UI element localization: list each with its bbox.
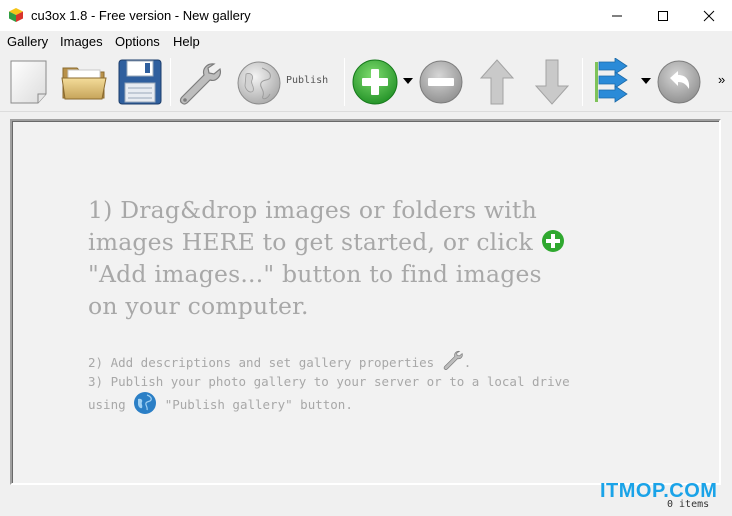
close-icon — [703, 10, 715, 21]
open-folder-icon — [61, 67, 107, 100]
step-3-tail: "Publish gallery" button. — [164, 397, 353, 412]
menu-images[interactable]: Images — [60, 34, 103, 49]
sort-dropdown-arrow-icon[interactable] — [641, 78, 651, 84]
wrench-icon — [443, 350, 463, 370]
wrench-icon — [179, 63, 221, 105]
move-down-button[interactable] — [534, 58, 570, 109]
toolbar-separator — [344, 58, 345, 106]
move-up-icon — [479, 59, 515, 105]
step-3-line-2: using "Publish gallery" button. — [88, 391, 353, 415]
add-icon — [541, 229, 564, 252]
undo-button[interactable] — [656, 59, 702, 108]
step-2-label: 2) Add descriptions and set gallery prop… — [88, 355, 435, 370]
step-3-line-1: 3) Publish your photo gallery to your se… — [88, 374, 570, 389]
gallery-properties-button[interactable] — [176, 60, 224, 109]
publish-label[interactable]: Publish — [286, 75, 328, 86]
drop-hint-text: 1) Drag&drop images or folders with imag… — [88, 194, 648, 322]
maximize-button[interactable] — [640, 0, 686, 31]
new-gallery-button[interactable] — [8, 58, 52, 109]
toolbar-overflow-button[interactable]: » — [718, 72, 725, 87]
step-2-end: . — [463, 355, 472, 370]
publish-gallery-button[interactable] — [236, 60, 282, 109]
save-floppy-icon — [118, 59, 162, 105]
hint-line: "Add images..." button to find images — [88, 260, 542, 288]
menu-bar: Gallery Images Options Help — [0, 31, 732, 52]
add-dropdown-arrow-icon[interactable] — [403, 78, 413, 84]
remove-images-button[interactable] — [418, 59, 464, 108]
app-cube-icon — [9, 8, 23, 22]
step-3-using: using — [88, 397, 126, 412]
minimize-icon — [612, 15, 622, 16]
window-title: cu3ox 1.8 - Free version - New gallery — [31, 8, 251, 23]
close-button[interactable] — [686, 0, 732, 31]
hint-line-text: images HERE to get started, or click — [88, 228, 533, 256]
item-count: 0 items — [667, 499, 710, 510]
title-bar: cu3ox 1.8 - Free version - New gallery — [0, 0, 732, 31]
sort-arrows-icon — [595, 57, 628, 103]
globe-icon — [237, 61, 281, 105]
save-gallery-button[interactable] — [117, 58, 163, 109]
maximize-icon — [658, 10, 668, 21]
undo-icon — [657, 60, 701, 104]
add-images-button[interactable] — [351, 58, 399, 109]
move-down-icon — [534, 59, 570, 105]
minimize-button[interactable] — [594, 0, 640, 31]
move-up-button[interactable] — [479, 58, 515, 109]
hint-line: images HERE to get started, or click — [88, 226, 648, 258]
toolbar: Publish » — [0, 52, 732, 112]
new-document-icon — [10, 60, 47, 104]
toolbar-separator — [582, 58, 583, 106]
toolbar-separator — [170, 58, 171, 106]
menu-options[interactable]: Options — [115, 34, 160, 49]
hint-line: 1) Drag&drop images or folders with — [88, 196, 538, 224]
add-icon — [352, 59, 398, 105]
step-2-text: 2) Add descriptions and set gallery prop… — [88, 350, 472, 372]
menu-gallery[interactable]: Gallery — [7, 34, 48, 49]
sort-images-button[interactable] — [593, 57, 631, 109]
globe-icon — [134, 391, 157, 414]
menu-help[interactable]: Help — [173, 34, 200, 49]
hint-line: on your computer. — [88, 292, 309, 320]
open-gallery-button[interactable] — [60, 60, 108, 107]
remove-icon — [419, 60, 463, 104]
